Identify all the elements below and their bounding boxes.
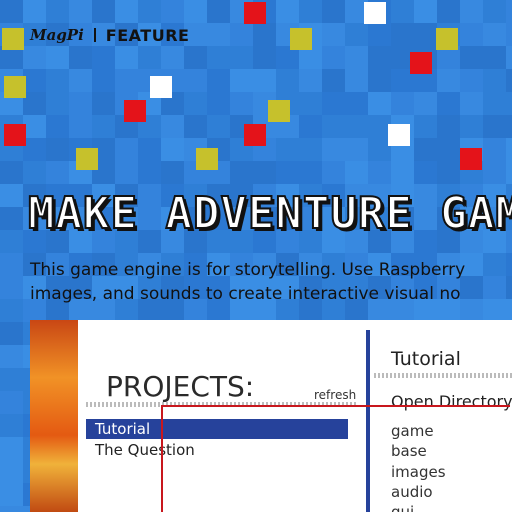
project-detail-title: Tutorial	[391, 348, 461, 370]
folder-link-audio[interactable]: audio	[391, 482, 433, 502]
article-headline: MAKE ADVENTURE GAM	[27, 187, 512, 240]
app-screenshot: PROJECTS: refresh Tutorial The Question …	[30, 320, 512, 512]
standfirst-line-2: images, and sounds to create interactive…	[30, 284, 461, 304]
project-detail-panel: Tutorial Open Directory game base images…	[370, 320, 512, 512]
project-item-tutorial[interactable]: Tutorial	[86, 419, 348, 439]
magpi-logo: MagPi	[30, 26, 84, 44]
projects-title: PROJECTS:	[106, 370, 255, 403]
detail-divider	[374, 373, 512, 378]
refresh-link[interactable]: refresh	[314, 388, 356, 402]
sunset-image-strip	[30, 320, 78, 512]
folder-link-gui[interactable]: gui	[391, 502, 414, 512]
projects-divider	[86, 402, 358, 407]
folder-link-images[interactable]: images	[391, 462, 446, 482]
masthead-separator	[93, 28, 96, 42]
masthead: MagPi FEATURE	[30, 25, 189, 45]
folder-link-game[interactable]: game	[391, 421, 434, 441]
project-item-the-question[interactable]: The Question	[86, 440, 348, 460]
article-standfirst: This game engine is for storytelling. Us…	[30, 258, 512, 306]
open-directory-link[interactable]: Open Directory	[391, 392, 512, 411]
standfirst-line-1: This game engine is for storytelling. Us…	[30, 260, 466, 280]
folder-link-base[interactable]: base	[391, 441, 427, 461]
projects-panel: PROJECTS: refresh Tutorial The Question	[78, 320, 366, 512]
section-label: FEATURE	[105, 25, 190, 45]
